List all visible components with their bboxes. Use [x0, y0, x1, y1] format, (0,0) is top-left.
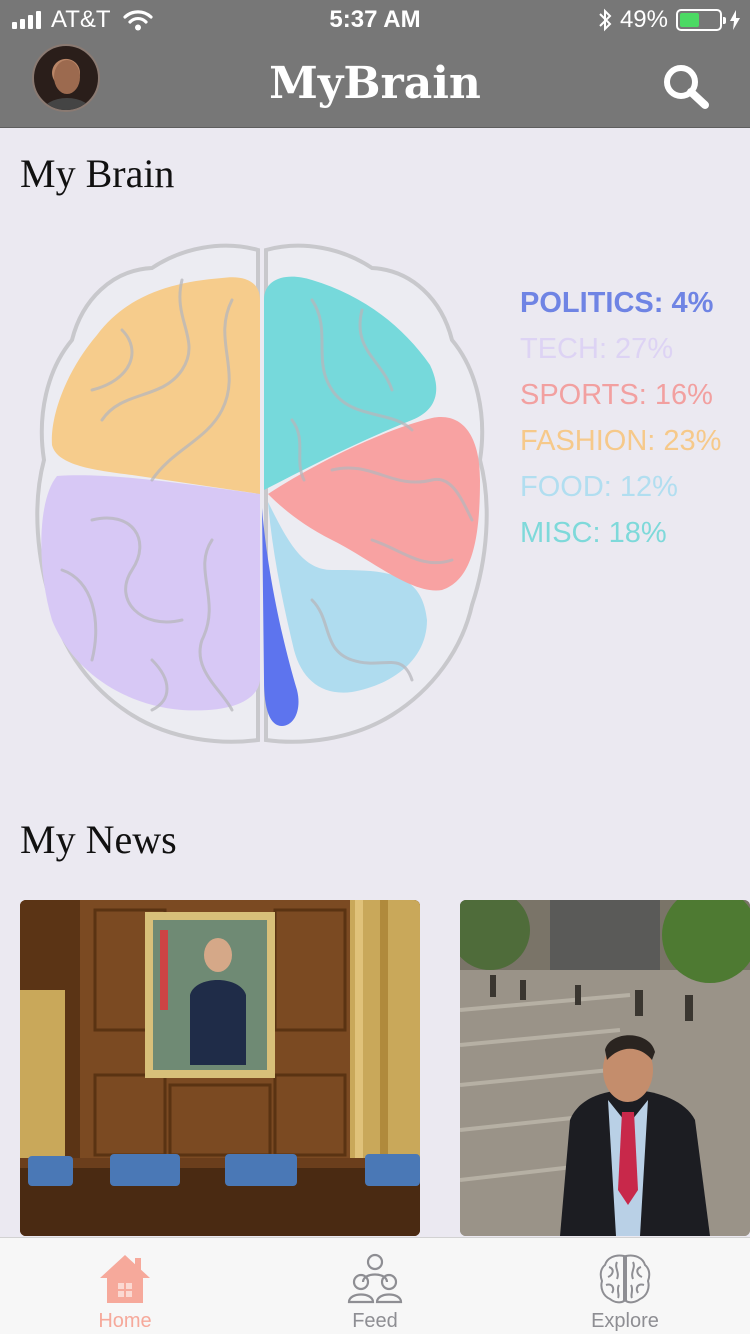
search-icon[interactable]: [660, 62, 712, 110]
legend-sports: SPORTS: 16%: [520, 379, 713, 411]
tab-feed-label: Feed: [352, 1310, 398, 1332]
brain-legend: POLITICS: 4% TECH: 27% SPORTS: 16% FASHI…: [520, 286, 721, 562]
my-brain-heading: My Brain: [20, 151, 175, 196]
news-card[interactable]: [460, 900, 750, 1236]
charging-icon: [730, 10, 740, 30]
battery-icon: [676, 9, 726, 31]
region-tech: [41, 475, 261, 711]
brain-chart: [35, 243, 489, 744]
news-image-hearing-room: [20, 900, 420, 1236]
status-bar: AT&T 5:37 AM 49%: [0, 0, 750, 40]
legend-politics: POLITICS: 4%: [520, 287, 714, 319]
tab-explore-label: Explore: [591, 1310, 659, 1332]
my-news-heading: My News: [20, 817, 177, 862]
legend-fashion: FASHION: 23%: [520, 425, 722, 457]
tab-home[interactable]: Home: [0, 1238, 250, 1334]
top-bar: AT&T 5:37 AM 49% MyBrain: [0, 0, 750, 128]
bluetooth-icon: [599, 8, 612, 32]
battery-percent: 49%: [619, 6, 668, 33]
tab-feed[interactable]: Feed: [250, 1238, 500, 1334]
tab-explore[interactable]: Explore: [500, 1238, 750, 1334]
tab-bar: Home Feed Explore: [0, 1237, 750, 1334]
legend-misc: MISC: 18%: [520, 517, 667, 549]
people-icon: [347, 1253, 403, 1304]
app-title: MyBrain: [269, 58, 481, 109]
news-card[interactable]: [20, 900, 420, 1236]
brain-icon: [599, 1254, 651, 1304]
home-icon: [100, 1255, 150, 1303]
tab-home-label: Home: [98, 1310, 152, 1332]
news-image-campus-steps: [460, 900, 750, 1236]
legend-food: FOOD: 12%: [520, 471, 678, 503]
legend-tech: TECH: 27%: [520, 333, 674, 365]
